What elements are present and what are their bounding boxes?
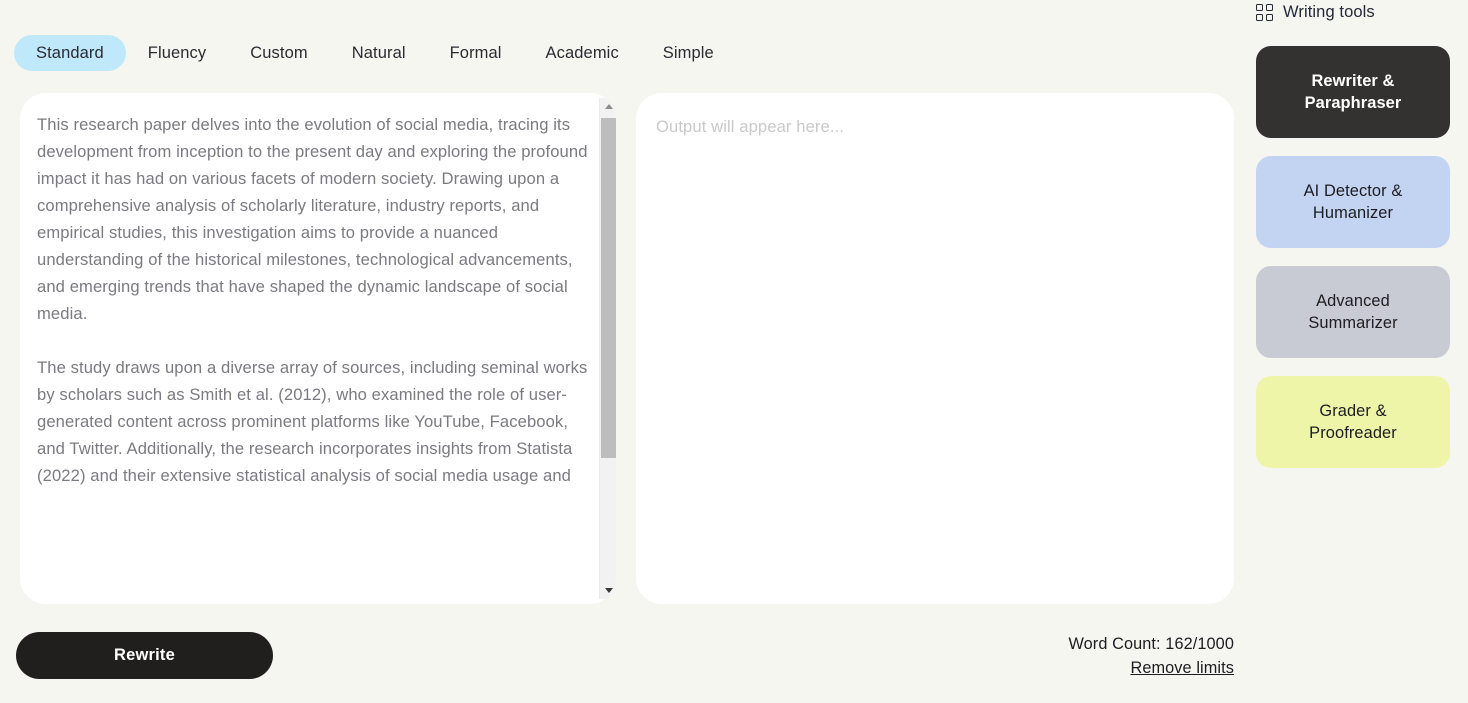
editor-scrollbar[interactable] — [599, 98, 616, 599]
writing-tools-title: Writing tools — [1283, 2, 1375, 21]
input-text-content[interactable]: This research paper delves into the evol… — [37, 111, 589, 586]
tab-academic[interactable]: Academic — [524, 35, 641, 71]
tab-custom[interactable]: Custom — [228, 35, 329, 71]
rewrite-button[interactable]: Rewrite — [16, 632, 273, 679]
input-paragraph: This research paper delves into the evol… — [37, 115, 588, 323]
scroll-down-arrow-icon[interactable] — [600, 582, 616, 599]
tab-fluency[interactable]: Fluency — [126, 35, 228, 71]
tool-button-ai-detector-humanizer[interactable]: AI Detector & Humanizer — [1256, 156, 1450, 248]
scrollbar-thumb[interactable] — [601, 118, 616, 458]
remove-limits-link[interactable]: Remove limits — [1130, 657, 1234, 680]
tab-simple[interactable]: Simple — [641, 35, 736, 71]
tab-standard[interactable]: Standard — [14, 35, 126, 71]
input-editor-panel[interactable]: This research paper delves into the evol… — [20, 93, 616, 604]
output-panel[interactable]: Output will appear here... — [636, 93, 1234, 604]
tool-button-rewriter-paraphraser[interactable]: Rewriter & Paraphraser — [1256, 46, 1450, 138]
tab-natural[interactable]: Natural — [330, 35, 428, 71]
writing-tools-list: Rewriter & Paraphraser AI Detector & Huma… — [1256, 46, 1450, 468]
input-paragraph: The study draws upon a diverse array of … — [37, 358, 588, 485]
tool-button-advanced-summarizer[interactable]: Advanced Summarizer — [1256, 266, 1450, 358]
paraphraser-app: Standard Fluency Custom Natural Formal Academ… — [0, 0, 1468, 703]
tab-formal[interactable]: Formal — [428, 35, 524, 71]
grid-icon — [1256, 3, 1273, 21]
writing-tools-sidebar: Writing tools Rewriter & Paraphraser AI D… — [1256, 0, 1450, 468]
writing-tools-header: Writing tools — [1256, 0, 1450, 24]
word-count-area: Word Count: 162/1000 Remove limits — [934, 633, 1234, 680]
mode-tab-bar: Standard Fluency Custom Natural Formal Academ… — [14, 35, 736, 71]
word-count-label: Word Count: 162/1000 — [1068, 635, 1234, 653]
scroll-up-arrow-icon[interactable] — [600, 98, 616, 115]
output-placeholder-text: Output will appear here... — [656, 117, 844, 136]
tool-button-grader-proofreader[interactable]: Grader & Proofreader — [1256, 376, 1450, 468]
